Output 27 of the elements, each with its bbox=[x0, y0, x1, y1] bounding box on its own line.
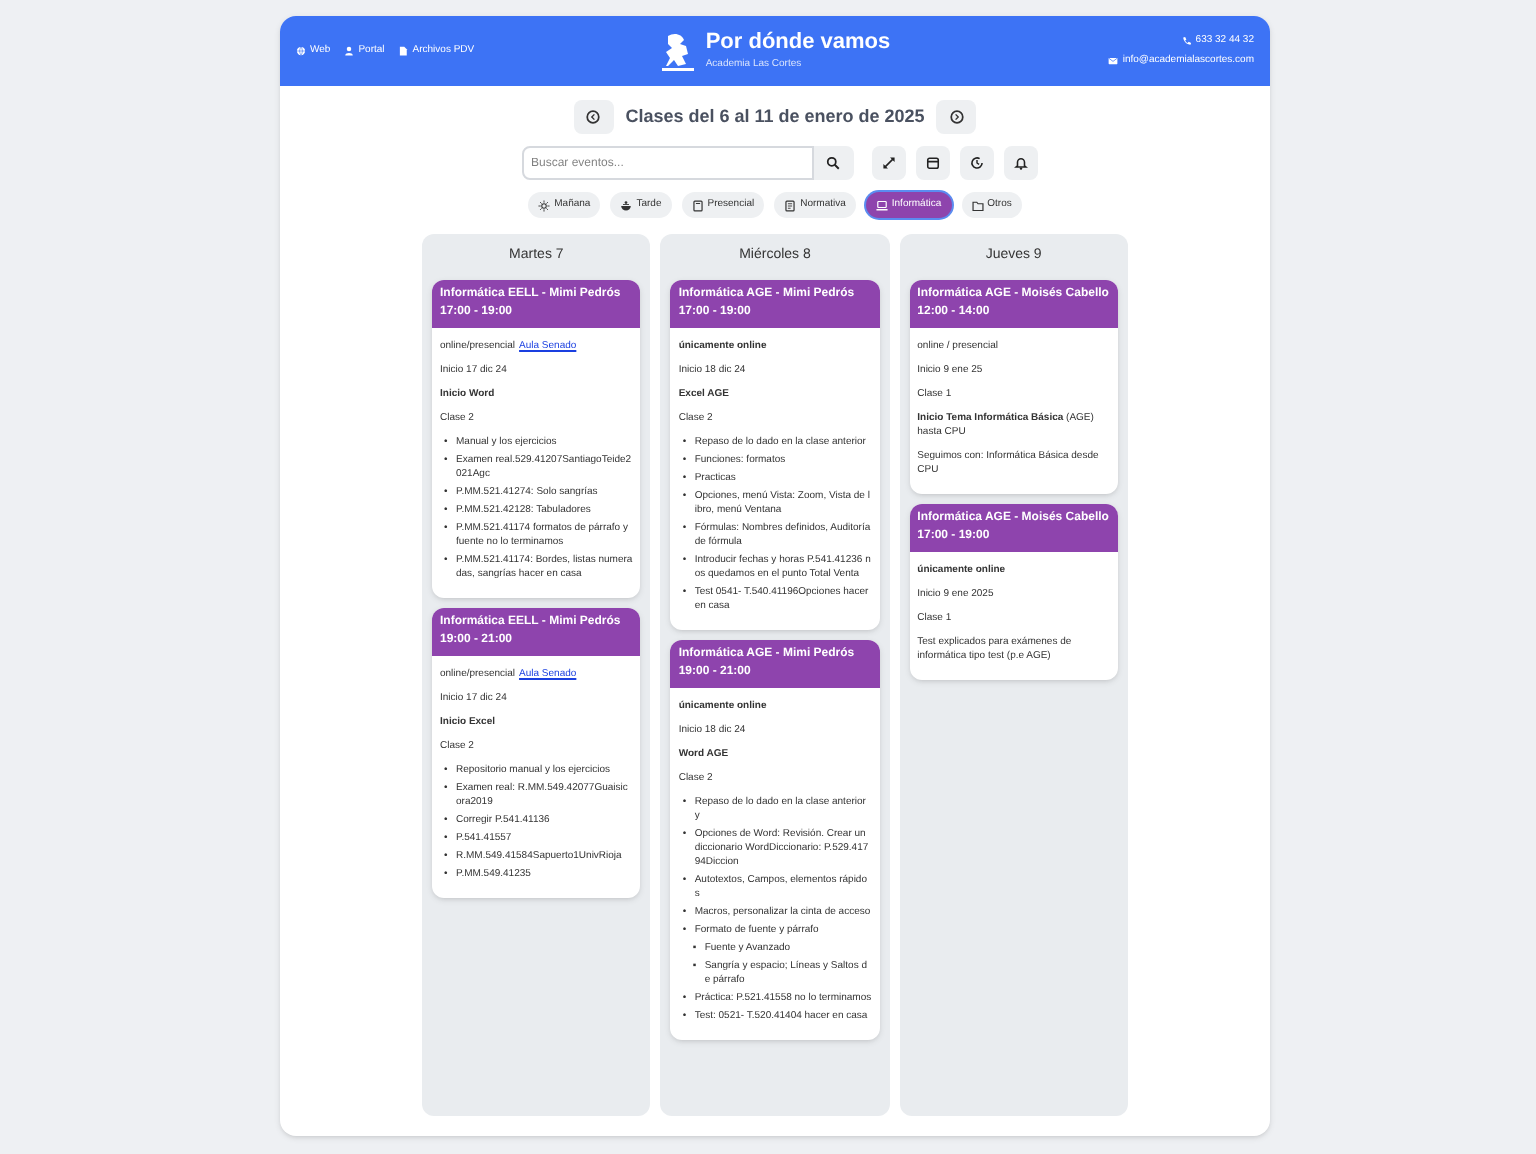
next-week-button[interactable] bbox=[936, 100, 977, 134]
document-icon bbox=[784, 199, 797, 211]
bell-button[interactable] bbox=[1003, 146, 1037, 180]
envelope-icon bbox=[1108, 56, 1119, 67]
calendar-icon bbox=[925, 156, 939, 170]
week-title: Clases del 6 al 11 de enero de 2025 bbox=[625, 103, 925, 130]
app-title: Por dónde vamos bbox=[705, 30, 891, 56]
book-icon bbox=[691, 199, 704, 211]
expand-icon bbox=[881, 156, 895, 170]
bowl-icon bbox=[620, 199, 633, 211]
arrow-right-icon bbox=[949, 110, 964, 124]
globe-icon bbox=[296, 46, 306, 56]
file-icon bbox=[398, 46, 409, 56]
clock-icon bbox=[969, 156, 983, 170]
expand-button[interactable] bbox=[871, 146, 905, 180]
clock-button[interactable] bbox=[959, 146, 993, 180]
bell-icon bbox=[1013, 156, 1027, 170]
search-icon bbox=[826, 156, 840, 170]
calendar-button[interactable] bbox=[915, 146, 949, 180]
folder-icon bbox=[971, 199, 984, 211]
search-button[interactable] bbox=[813, 146, 853, 180]
arrow-left-icon bbox=[586, 110, 601, 124]
laptop-icon bbox=[875, 199, 888, 211]
user-icon bbox=[344, 46, 355, 56]
phone-icon bbox=[1181, 35, 1192, 46]
sun-icon bbox=[538, 199, 551, 211]
previous-week-button[interactable] bbox=[573, 100, 614, 134]
